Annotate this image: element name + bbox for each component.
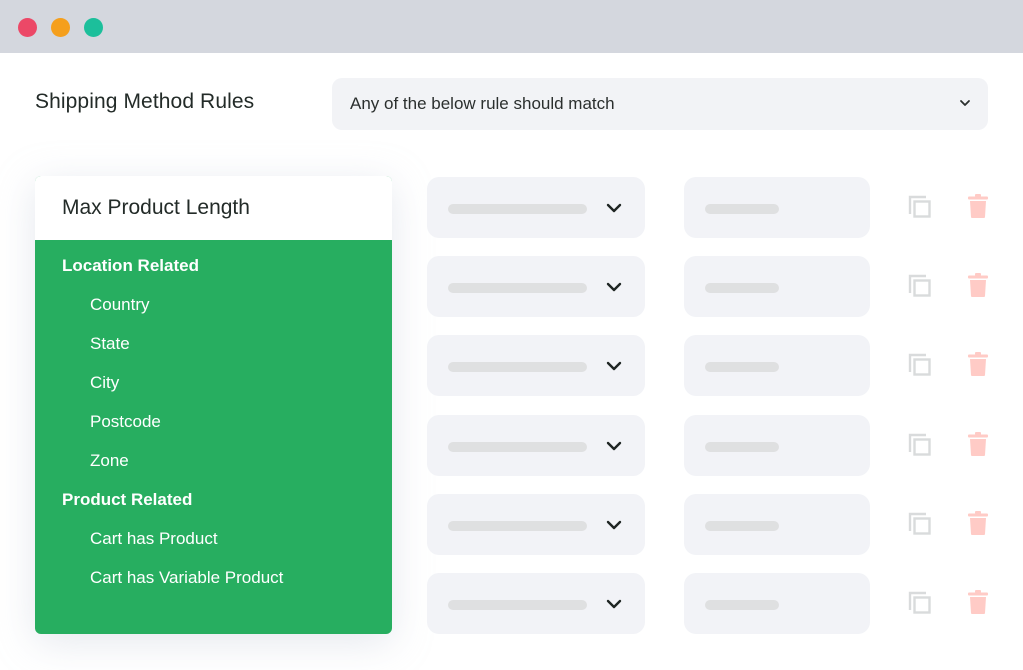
copy-icon[interactable] — [907, 194, 933, 220]
placeholder-bar — [448, 600, 587, 610]
selected-condition[interactable]: Max Product Length — [35, 176, 392, 240]
operator-select[interactable] — [427, 573, 645, 634]
option-cart-has-variable-product[interactable]: Cart has Variable Product — [35, 566, 392, 590]
option-cart-has-product[interactable]: Cart has Product — [35, 527, 392, 551]
trash-icon[interactable] — [967, 510, 989, 536]
chevron-down-icon — [606, 599, 622, 609]
copy-icon[interactable] — [907, 273, 933, 299]
placeholder-bar — [448, 520, 587, 531]
option-zone[interactable]: Zone — [35, 449, 392, 473]
placeholder-bar — [705, 283, 779, 294]
rule-row — [427, 335, 1007, 397]
value-input[interactable] — [684, 493, 870, 555]
operator-select[interactable] — [427, 256, 645, 318]
trash-icon[interactable] — [967, 589, 989, 615]
condition-dropdown-panel: Max Product Length Location Related Coun… — [35, 176, 392, 634]
rule-row — [427, 414, 1007, 476]
operator-select[interactable] — [427, 414, 645, 476]
trash-icon[interactable] — [967, 351, 989, 377]
rule-match-value: Any of the below rule should match — [350, 94, 615, 113]
option-city[interactable]: City — [35, 371, 392, 395]
placeholder-bar — [448, 362, 587, 373]
placeholder-bar — [705, 362, 779, 373]
placeholder-bar — [705, 600, 779, 610]
option-state[interactable]: State — [35, 332, 392, 356]
copy-icon[interactable] — [907, 352, 933, 378]
trash-icon[interactable] — [967, 431, 989, 457]
value-input[interactable] — [684, 177, 870, 238]
window-minimize-button[interactable] — [51, 18, 70, 37]
condition-options-list: Location Related Country State City Post… — [35, 240, 392, 590]
value-input[interactable] — [684, 335, 870, 397]
rule-match-select[interactable]: Any of the below rule should match — [332, 78, 988, 130]
value-input[interactable] — [684, 256, 870, 318]
chevron-down-icon — [606, 203, 622, 213]
rule-row — [427, 573, 1007, 634]
window-titlebar — [0, 0, 1023, 53]
chevron-down-icon — [606, 362, 622, 371]
placeholder-bar — [705, 520, 779, 531]
operator-select[interactable] — [427, 177, 645, 238]
trash-icon[interactable] — [967, 272, 989, 298]
copy-icon[interactable] — [907, 432, 933, 458]
option-group-label: Product Related — [62, 490, 193, 509]
copy-icon[interactable] — [907, 590, 933, 616]
placeholder-bar — [448, 283, 587, 294]
placeholder-bar — [705, 441, 779, 452]
rule-row — [427, 177, 1007, 238]
trash-icon[interactable] — [967, 193, 989, 219]
option-group-label: Location Related — [62, 256, 199, 275]
window-close-button[interactable] — [18, 18, 37, 37]
value-input[interactable] — [684, 414, 870, 476]
window-maximize-button[interactable] — [84, 18, 103, 37]
placeholder-bar — [448, 204, 587, 214]
placeholder-bar — [705, 204, 779, 214]
chevron-down-icon — [606, 282, 622, 292]
placeholder-bar — [448, 441, 587, 452]
rule-row — [427, 493, 1007, 555]
option-postcode[interactable]: Postcode — [35, 410, 392, 434]
chevron-down-icon — [960, 100, 970, 106]
rule-row — [427, 256, 1007, 318]
chevron-down-icon — [606, 520, 622, 529]
operator-select[interactable] — [427, 335, 645, 397]
option-country[interactable]: Country — [35, 293, 392, 317]
page-title: Shipping Method Rules — [35, 90, 255, 113]
copy-icon[interactable] — [907, 511, 933, 537]
operator-select[interactable] — [427, 493, 645, 555]
value-input[interactable] — [684, 573, 870, 634]
chevron-down-icon — [606, 441, 622, 450]
